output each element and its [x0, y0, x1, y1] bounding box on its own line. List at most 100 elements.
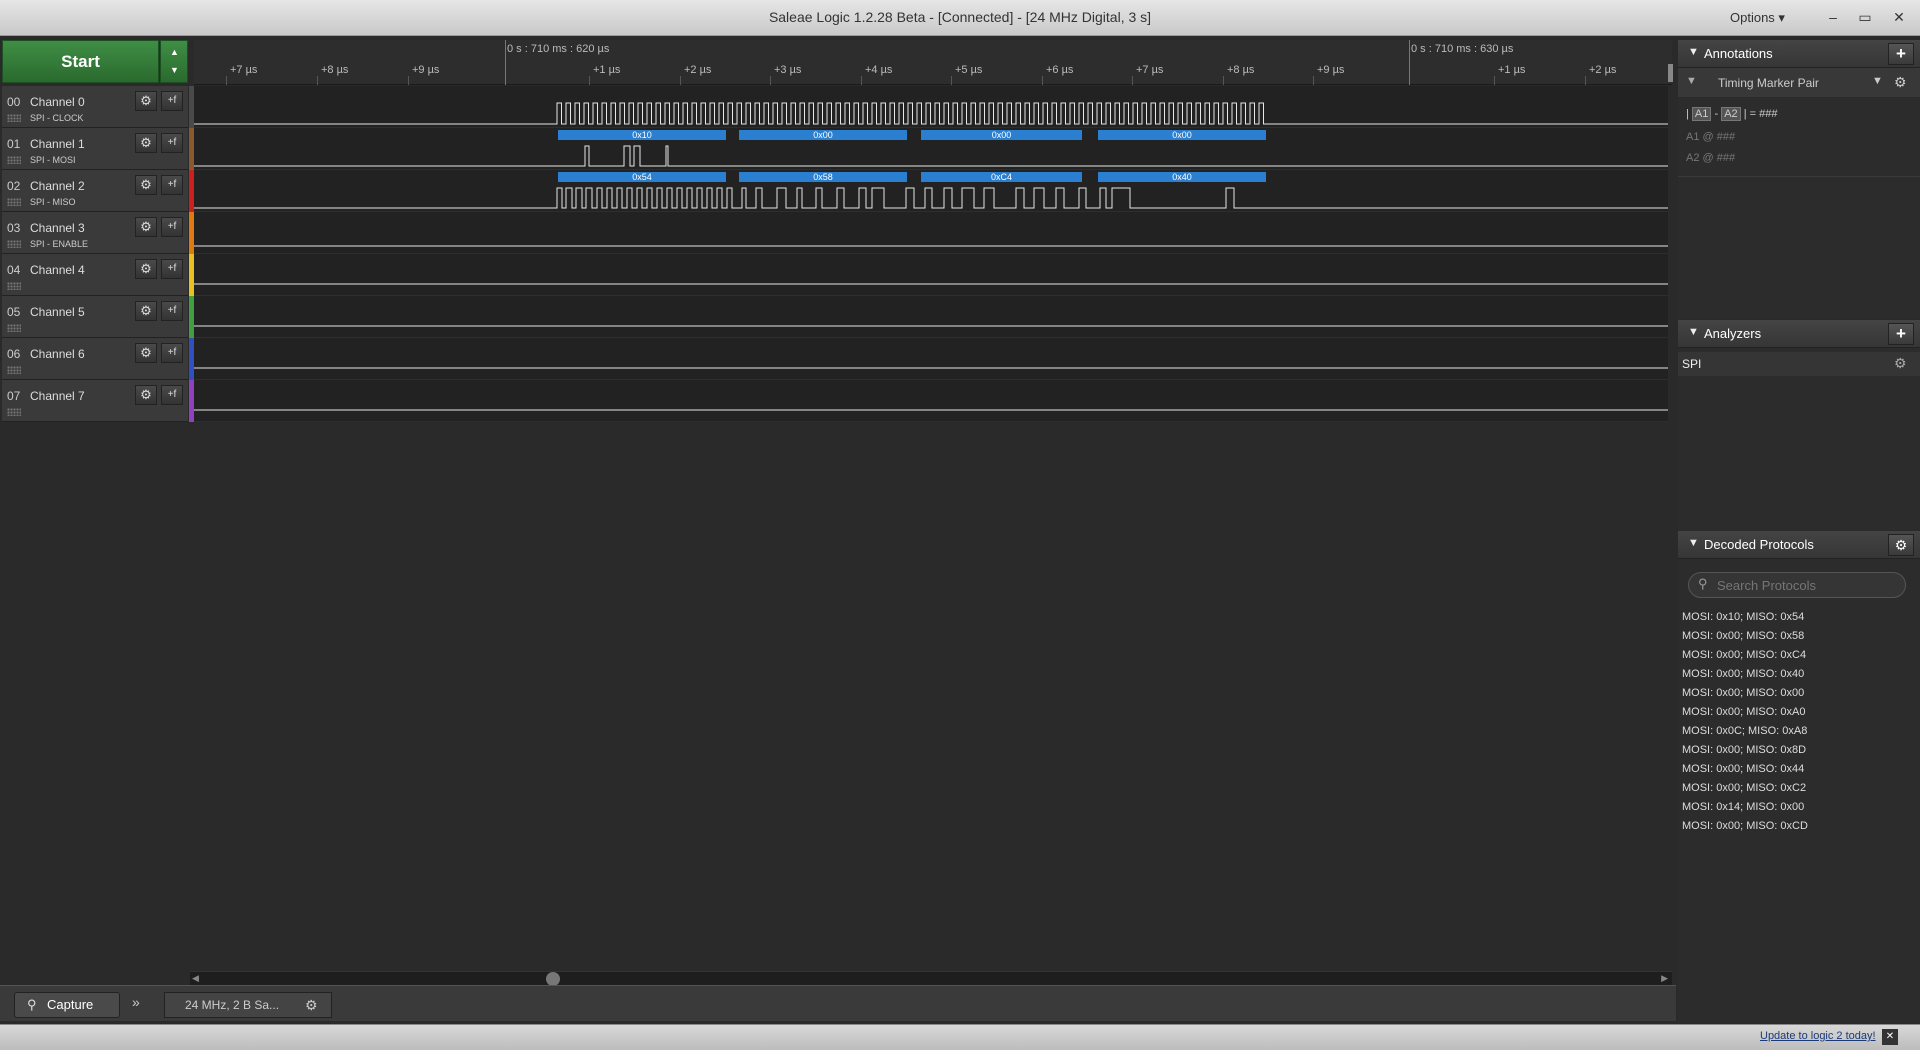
start-options-button[interactable]: ▲ ▼	[160, 40, 188, 83]
options-menu[interactable]: Options ▾	[1730, 10, 1785, 26]
vertical-scroll-thumb[interactable]	[1668, 64, 1673, 82]
decoded-protocol-item[interactable]: MOSI: 0x00; MISO: 0xCD	[1682, 820, 1916, 838]
capture-tab[interactable]: ⚲ Capture	[14, 992, 120, 1018]
close-button[interactable]: ✕	[1886, 6, 1912, 28]
capture-session-tab[interactable]: 24 MHz, 2 B Sa... ⚙	[164, 992, 332, 1018]
channel-gear-button[interactable]: ⚙	[135, 385, 157, 405]
drag-handle-icon[interactable]	[7, 114, 21, 122]
decoded-settings-button[interactable]: ⚙	[1888, 534, 1914, 556]
ruler-tick-mark	[1132, 76, 1133, 85]
channel-name[interactable]: Channel 7	[30, 389, 85, 403]
decoded-protocols-header[interactable]: ▼ Decoded Protocols ⚙	[1678, 531, 1920, 559]
decoded-protocol-item[interactable]: MOSI: 0x00; MISO: 0xA0	[1682, 706, 1916, 724]
channel-name[interactable]: Channel 4	[30, 263, 85, 277]
channel-name[interactable]: Channel 6	[30, 347, 85, 361]
drag-handle-icon[interactable]	[7, 366, 21, 374]
timing-marker-row[interactable]: ▼ Timing Marker Pair ▼ ⚙	[1678, 68, 1920, 98]
minimize-button[interactable]: –	[1820, 6, 1846, 28]
collapse-arrow-icon[interactable]: ▼	[1688, 46, 1699, 58]
channel-name[interactable]: Channel 0	[30, 95, 85, 109]
trigger-button[interactable]: +f	[161, 385, 183, 405]
add-annotation-button[interactable]: +	[1888, 43, 1914, 65]
mosi-frame-label[interactable]: 0x00	[1098, 130, 1266, 140]
channel-name[interactable]: Channel 5	[30, 305, 85, 319]
drag-handle-icon[interactable]	[7, 156, 21, 164]
channel-row-3[interactable]: 03 Channel 3 SPI - ENABLE ⚙ +f	[2, 212, 188, 254]
maximize-button[interactable]: ▭	[1852, 6, 1878, 28]
horizontal-scrollbar[interactable]: ◀ ▶	[190, 971, 1672, 986]
decoded-protocol-item[interactable]: MOSI: 0x00; MISO: 0x8D	[1682, 744, 1916, 762]
collapse-arrow-icon-2[interactable]: ▼	[1688, 326, 1699, 338]
mosi-frame-label[interactable]: 0x00	[739, 130, 907, 140]
scroll-left-icon[interactable]: ◀	[192, 973, 199, 984]
marker-gear-icon[interactable]: ⚙	[1894, 74, 1907, 91]
drag-handle-icon[interactable]	[7, 408, 21, 416]
drag-handle-icon[interactable]	[7, 324, 21, 332]
scroll-right-icon[interactable]: ▶	[1661, 973, 1668, 984]
miso-frame-label[interactable]: 0xC4	[921, 172, 1082, 182]
channel-gear-button[interactable]: ⚙	[135, 259, 157, 279]
channel-row-5[interactable]: 05 Channel 5 ⚙ +f	[2, 296, 188, 338]
channel-gear-button[interactable]: ⚙	[135, 175, 157, 195]
channel-subtitle: SPI - CLOCK	[30, 113, 84, 123]
miso-frame-label[interactable]: 0x40	[1098, 172, 1266, 182]
session-gear-icon[interactable]: ⚙	[305, 993, 318, 1017]
expand-button[interactable]: »	[132, 994, 140, 1010]
drag-handle-icon[interactable]	[7, 198, 21, 206]
decoded-protocol-item[interactable]: MOSI: 0x10; MISO: 0x54	[1682, 611, 1916, 629]
ruler-tick-label: +4 µs	[865, 64, 893, 76]
analyzer-item-spi[interactable]: SPI ⚙	[1678, 352, 1920, 376]
drag-handle-icon[interactable]	[7, 282, 21, 290]
channel-name[interactable]: Channel 1	[30, 137, 85, 151]
trigger-button[interactable]: +f	[161, 217, 183, 237]
decoded-protocol-item[interactable]: MOSI: 0x14; MISO: 0x00	[1682, 801, 1916, 819]
trigger-button[interactable]: +f	[161, 175, 183, 195]
channel-gear-button[interactable]: ⚙	[135, 301, 157, 321]
waveform-area[interactable]: 0x10 0x00 0x00 0x00 0x54 0x58 0xC4 0x40	[194, 86, 1668, 422]
marker-dropdown-icon[interactable]: ▼	[1872, 75, 1883, 87]
decoded-protocol-item[interactable]: MOSI: 0x00; MISO: 0x44	[1682, 763, 1916, 781]
horizontal-scroll-thumb[interactable]	[546, 972, 560, 986]
update-link[interactable]: Update to logic 2 today!	[1760, 1030, 1876, 1042]
trigger-button[interactable]: +f	[161, 343, 183, 363]
decoded-protocol-item[interactable]: MOSI: 0x00; MISO: 0xC4	[1682, 649, 1916, 667]
search-protocols-input[interactable]	[1688, 572, 1906, 598]
trigger-button[interactable]: +f	[161, 259, 183, 279]
channel-row-6[interactable]: 06 Channel 6 ⚙ +f	[2, 338, 188, 380]
channel-row-2[interactable]: 02 Channel 2 SPI - MISO ⚙ +f	[2, 170, 188, 212]
add-analyzer-button[interactable]: +	[1888, 323, 1914, 345]
drag-handle-icon[interactable]	[7, 240, 21, 248]
channel-name[interactable]: Channel 2	[30, 179, 85, 193]
decoded-protocol-item[interactable]: MOSI: 0x00; MISO: 0xC2	[1682, 782, 1916, 800]
trigger-button[interactable]: +f	[161, 133, 183, 153]
ruler-tick-mark	[226, 76, 227, 85]
decoded-protocol-item[interactable]: MOSI: 0x00; MISO: 0x40	[1682, 668, 1916, 686]
channel-row-4[interactable]: 04 Channel 4 ⚙ +f	[2, 254, 188, 296]
channel-subtitle: SPI - ENABLE	[30, 239, 89, 249]
miso-frame-label[interactable]: 0x58	[739, 172, 907, 182]
trigger-button[interactable]: +f	[161, 301, 183, 321]
channel-row-1[interactable]: 01 Channel 1 SPI - MOSI ⚙ +f	[2, 128, 188, 170]
mosi-frame-label[interactable]: 0x10	[558, 130, 726, 140]
channel-gear-button[interactable]: ⚙	[135, 343, 157, 363]
up-arrow-icon: ▲	[170, 47, 179, 57]
time-ruler[interactable]: 0 s : 710 ms : 620 µs 0 s : 710 ms : 630…	[194, 40, 1672, 85]
decoded-protocol-item[interactable]: MOSI: 0x0C; MISO: 0xA8	[1682, 725, 1916, 743]
channel-name[interactable]: Channel 3	[30, 221, 85, 235]
channel-gear-button[interactable]: ⚙	[135, 217, 157, 237]
channel-gear-button[interactable]: ⚙	[135, 133, 157, 153]
update-close-button[interactable]: ✕	[1882, 1029, 1898, 1045]
miso-frame-label[interactable]: 0x54	[558, 172, 726, 182]
analyzers-header[interactable]: ▼ Analyzers +	[1678, 320, 1920, 348]
mosi-frame-label[interactable]: 0x00	[921, 130, 1082, 140]
channel-gear-button[interactable]: ⚙	[135, 91, 157, 111]
decoded-protocol-item[interactable]: MOSI: 0x00; MISO: 0x58	[1682, 630, 1916, 648]
collapse-arrow-icon-3[interactable]: ▼	[1688, 537, 1699, 549]
annotations-header[interactable]: ▼ Annotations +	[1678, 40, 1920, 68]
start-button[interactable]: Start	[2, 40, 159, 83]
channel-row-7[interactable]: 07 Channel 7 ⚙ +f	[2, 380, 188, 422]
trigger-button[interactable]: +f	[161, 91, 183, 111]
channel-row-0[interactable]: 00 Channel 0 SPI - CLOCK ⚙ +f	[2, 86, 188, 128]
decoded-protocol-item[interactable]: MOSI: 0x00; MISO: 0x00	[1682, 687, 1916, 705]
analyzer-gear-icon[interactable]: ⚙	[1894, 355, 1907, 372]
